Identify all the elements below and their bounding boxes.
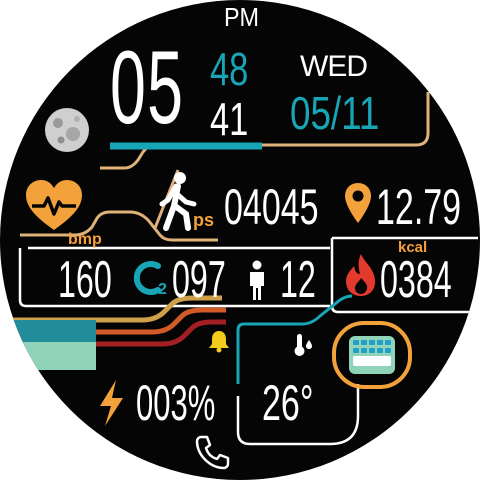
- distance-value[interactable]: 12.79: [376, 182, 461, 232]
- phone-icon[interactable]: [193, 433, 231, 471]
- moon-phase-icon: [45, 108, 89, 152]
- bell-icon[interactable]: [207, 329, 231, 353]
- date-display[interactable]: 05/11: [290, 90, 379, 136]
- minute-display: 48: [210, 43, 249, 95]
- watch-face: PM 05 48 41 WED 05/11 bmp ps 04045 12.79…: [0, 0, 480, 480]
- weekday-label: WED: [300, 50, 368, 83]
- flame-icon[interactable]: [342, 252, 380, 298]
- oxygen-value[interactable]: 097: [172, 254, 226, 306]
- keyboard-icon[interactable]: [331, 320, 413, 390]
- walking-person-icon[interactable]: [158, 170, 198, 232]
- hour-display[interactable]: 05: [110, 36, 184, 140]
- steps-value[interactable]: 04045: [224, 182, 319, 232]
- thermometer-icon: [294, 334, 312, 356]
- location-pin-icon[interactable]: [343, 181, 373, 225]
- o2-subscript: 2: [158, 281, 167, 298]
- ampm-label: PM: [223, 2, 260, 32]
- lightning-icon: [100, 380, 123, 426]
- standing-value[interactable]: 12: [280, 254, 316, 306]
- temperature-value[interactable]: 26°: [262, 378, 313, 428]
- calories-value[interactable]: 0384: [380, 254, 452, 306]
- battery-value[interactable]: 003%: [136, 378, 215, 428]
- heart-rate-icon[interactable]: [24, 178, 84, 234]
- second-display: 41: [210, 93, 249, 145]
- bpm-label: bmp: [68, 231, 102, 248]
- heart-rate-value[interactable]: 160: [58, 254, 112, 306]
- steps-unit-label: ps: [193, 210, 215, 230]
- standing-person-icon[interactable]: [246, 260, 268, 302]
